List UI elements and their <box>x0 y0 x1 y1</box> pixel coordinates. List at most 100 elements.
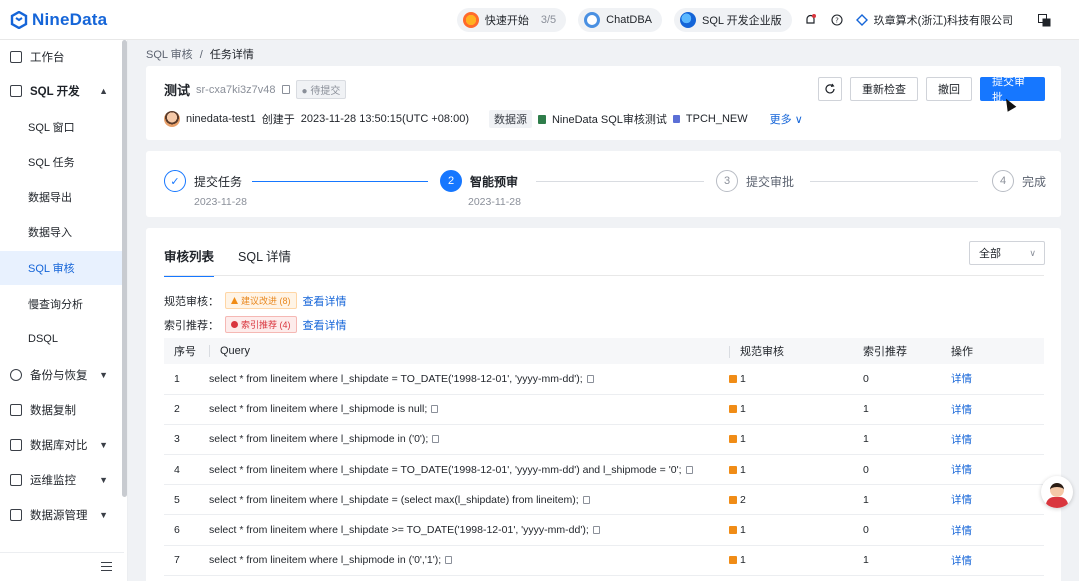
chatdba-button[interactable]: ChatDBA <box>578 8 662 32</box>
organization-icon <box>855 14 868 26</box>
sidebar-sub-data-export[interactable]: 数据导出 <box>0 180 124 214</box>
support-assistant-avatar[interactable] <box>1041 476 1073 508</box>
quick-start-button[interactable]: 快速开始 3/5 <box>456 8 567 32</box>
view-rule-details-link[interactable]: 查看详情 <box>303 293 347 309</box>
column-divider <box>209 345 210 358</box>
submit-approval-button[interactable]: 提交审批 <box>980 76 1045 104</box>
svg-text:?: ? <box>835 17 839 25</box>
sidebar-scrollbar[interactable] <box>122 40 127 497</box>
table-row: 2 select * from lineitem where l_shipmode… <box>164 394 1044 425</box>
step-label: 提交审批 <box>746 174 795 189</box>
copy-icon[interactable] <box>592 526 600 535</box>
sidebar-sub-dsql[interactable]: DSQL <box>0 322 124 356</box>
row-index-count: 0 <box>863 364 951 395</box>
sidebar-sub-sql-task[interactable]: SQL 任务 <box>0 145 124 179</box>
row-rule-count: 1 <box>740 524 746 537</box>
row-rule-cell: 1 <box>729 364 863 395</box>
row-detail-cell: 详情 <box>951 454 1044 486</box>
replicate-icon <box>10 404 22 416</box>
row-rule-count: 1 <box>740 554 746 567</box>
help-icon[interactable]: ? <box>830 13 844 27</box>
row-query-cell: select * from lineitem where l_shipmode … <box>209 424 729 456</box>
tab-sql-detail[interactable]: SQL 详情 <box>238 246 291 277</box>
sidebar-sub-sql-review[interactable]: SQL 审核 <box>0 251 124 285</box>
row-query: select * from lineitem where l_shipmode … <box>209 433 429 446</box>
sidebar-sub-sql-window[interactable]: SQL 窗口 <box>0 110 124 144</box>
copy-icon[interactable] <box>586 374 594 383</box>
row-rule-cell: 1 <box>729 514 863 546</box>
row-number: 7 <box>164 545 209 576</box>
table-header-row: 序号 Query 规范审核 索引推荐 操作 <box>164 338 1044 364</box>
row-detail-link[interactable]: 详情 <box>951 464 972 476</box>
sidebar-item-sql-dev[interactable]: SQL 开发 ▲ <box>0 74 124 108</box>
sidebar-item-datasource[interactable]: 数据源管理 ▼ <box>0 498 124 532</box>
language-icon[interactable] <box>1037 13 1051 27</box>
datasource-label: 数据源 <box>488 110 532 128</box>
step-submit-approval: 3 提交审批 <box>716 170 794 192</box>
sidebar-item-workbench[interactable]: 工作台 <box>0 40 124 74</box>
recheck-button[interactable]: 重新检查 <box>850 77 918 101</box>
column-header-index: 索引推荐 <box>863 338 951 364</box>
row-detail-link[interactable]: 详情 <box>951 525 972 537</box>
row-index-count: 1 <box>863 484 951 516</box>
globe-icon <box>680 12 696 28</box>
row-rule-count: 1 <box>740 463 746 476</box>
datasource-name: NineData SQL审核测试 <box>551 114 667 126</box>
filter-select[interactable]: 全部 ∨ <box>969 241 1045 265</box>
sidebar-item-label: 数据源管理 <box>30 510 88 522</box>
bell-icon[interactable] <box>804 13 818 27</box>
table-row: 5 select * from lineitem where l_shipdate… <box>164 484 1044 516</box>
sidebar-sub-data-import[interactable]: 数据导入 <box>0 215 124 249</box>
copy-icon[interactable] <box>685 465 693 474</box>
row-rule-count: 2 <box>740 493 746 506</box>
logo[interactable]: NineData <box>10 10 107 30</box>
row-detail-link[interactable]: 详情 <box>951 434 972 446</box>
sidebar-sub-slow-query[interactable]: 慢查询分析 <box>0 287 124 321</box>
table-row: 4 select * from lineitem where l_shipdate… <box>164 454 1044 486</box>
withdraw-button[interactable]: 撤回 <box>926 77 972 101</box>
row-number: 1 <box>164 364 209 395</box>
row-detail-cell: 详情 <box>951 364 1044 395</box>
sidebar-item-backup[interactable]: 备份与恢复 ▼ <box>0 358 124 392</box>
copy-icon[interactable] <box>281 85 290 94</box>
chatdba-icon <box>584 12 601 28</box>
sidebar-item-label: 数据复制 <box>30 405 76 417</box>
step-complete: 4 完成 <box>992 170 1046 192</box>
status-label: 待提交 <box>310 86 341 97</box>
sidebar-item-replication[interactable]: 数据复制 <box>0 393 124 427</box>
row-detail-link[interactable]: 详情 <box>951 404 972 416</box>
collapse-menu-icon[interactable] <box>101 562 112 571</box>
copy-icon[interactable] <box>445 556 453 565</box>
created-time: 2023-11-28 13:50:15(UTC +08:00) <box>300 113 469 125</box>
monitor-ops-icon <box>10 474 22 486</box>
column-header-no: 序号 <box>164 338 209 364</box>
breadcrumb-parent-link[interactable]: SQL 审核 <box>146 49 193 61</box>
view-index-details-link[interactable]: 查看详情 <box>303 317 347 333</box>
row-index-count: 0 <box>863 454 951 486</box>
refresh-button[interactable] <box>818 77 842 101</box>
copy-icon[interactable] <box>582 495 590 504</box>
company-switcher[interactable]: 玖章算术(浙江)科技有限公司 <box>855 12 1013 28</box>
edition-button[interactable]: SQL 开发企业版 <box>674 8 792 32</box>
row-detail-link[interactable]: 详情 <box>951 494 972 506</box>
row-detail-link[interactable]: 详情 <box>951 373 972 385</box>
sidebar-item-compare[interactable]: 数据库对比 ▼ <box>0 428 124 462</box>
row-number: 4 <box>164 454 209 486</box>
suggestion-badge: 建议改进 (8) <box>225 292 297 309</box>
sidebar-item-ops-monitor[interactable]: 运维监控 ▼ <box>0 463 124 497</box>
row-rule-cell: 2 <box>729 484 863 516</box>
row-rule-cell: 1 <box>729 394 863 425</box>
row-detail-link[interactable]: 详情 <box>951 555 972 567</box>
chevron-down-icon: ▼ <box>99 440 108 450</box>
row-query-cell: select * from lineitem where l_shipdate … <box>209 514 729 546</box>
column-header-query: Query <box>209 338 729 364</box>
backup-icon <box>10 369 22 381</box>
more-button[interactable]: 更多 ∨ <box>770 111 803 127</box>
row-index-count: 1 <box>863 424 951 456</box>
suggestion-count: 建议改进 (8) <box>241 296 291 306</box>
copy-icon[interactable] <box>432 435 440 444</box>
copy-icon[interactable] <box>431 405 439 414</box>
tab-review-list[interactable]: 审核列表 <box>164 246 215 277</box>
sidebar-footer <box>0 552 124 581</box>
created-prefix: 创建于 <box>261 114 295 126</box>
